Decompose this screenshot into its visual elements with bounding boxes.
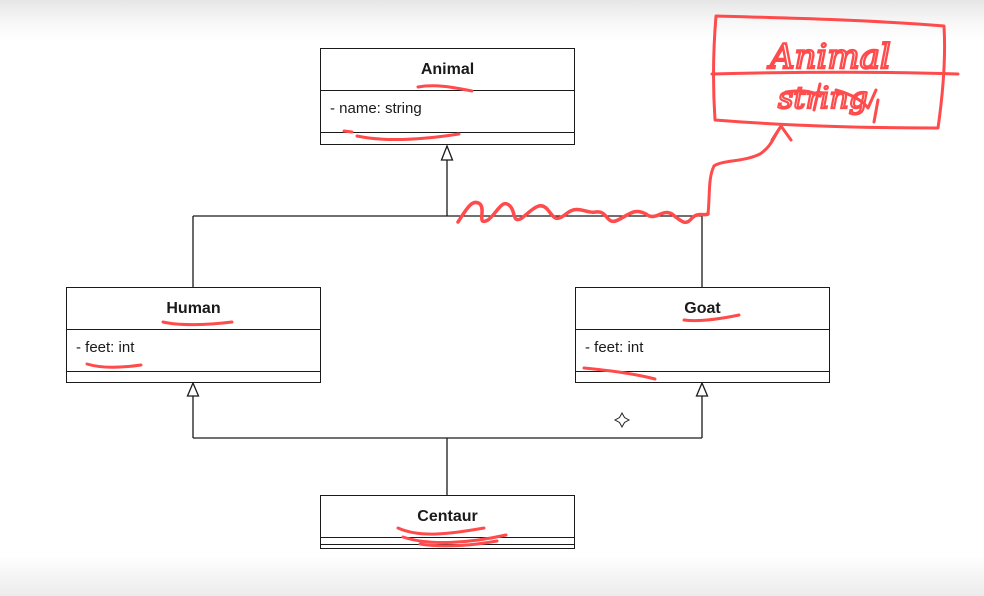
underline-human-feet — [85, 362, 143, 369]
crosshair-cursor-icon — [613, 411, 631, 429]
underline-animal — [416, 84, 474, 93]
arrow-shaft — [706, 126, 782, 216]
underline-goat-feet — [582, 366, 657, 381]
arrow-head — [770, 124, 793, 142]
underline-goat — [682, 313, 741, 323]
scribble-line — [456, 200, 710, 225]
handwritten-annotations: Animal string — [85, 14, 960, 548]
hand-box-attribute: string — [778, 81, 868, 116]
underline-human — [161, 320, 234, 327]
underline-centaur — [396, 526, 508, 548]
underline-animal-name — [342, 129, 461, 142]
hand-box-title: Animal — [767, 37, 891, 77]
